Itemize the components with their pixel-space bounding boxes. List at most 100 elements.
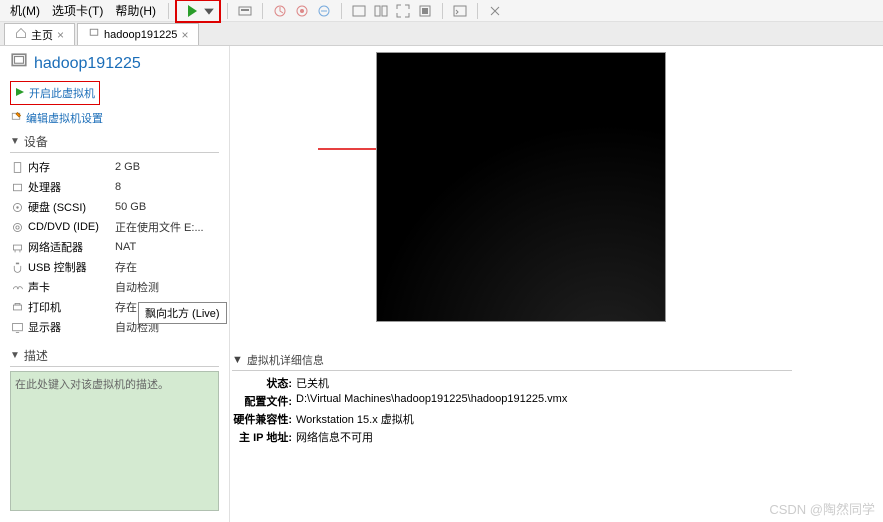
menu-machine[interactable]: 机(M) <box>4 0 46 21</box>
power-on-link[interactable]: 开启此虚拟机 <box>15 84 95 102</box>
separator <box>442 3 443 19</box>
tab-vm[interactable]: hadoop191225 × <box>77 23 199 45</box>
details-value: D:\Virtual Machines\hadoop191225\hadoop1… <box>296 393 567 409</box>
send-keys-icon[interactable] <box>234 1 256 21</box>
tab-bar: 主页 × hadoop191225 × <box>0 22 883 46</box>
device-icon <box>10 320 24 334</box>
device-row[interactable]: 声卡 自动检测 <box>10 277 219 297</box>
device-value: 自动检测 <box>115 279 159 295</box>
device-icon <box>10 180 24 194</box>
menu-help[interactable]: 帮助(H) <box>109 0 162 21</box>
close-icon[interactable]: × <box>181 28 188 42</box>
edit-settings-link[interactable]: 编辑虚拟机设置 <box>10 109 219 127</box>
tab-home[interactable]: 主页 × <box>4 23 75 45</box>
separator <box>227 3 228 19</box>
devices-heading[interactable]: ▼ 设备 <box>10 133 219 153</box>
separator <box>262 3 263 19</box>
details-row: 主 IP 地址:网络信息不可用 <box>232 428 792 446</box>
device-value: 正在使用文件 E:... <box>115 219 204 235</box>
device-row[interactable]: CD/DVD (IDE) 正在使用文件 E:... <box>10 217 219 237</box>
device-icon <box>10 220 24 234</box>
power-on-button-highlight <box>175 0 221 23</box>
console-icon[interactable] <box>449 1 471 21</box>
device-label-text: CD/DVD (IDE) <box>28 221 99 233</box>
vm-title-icon <box>10 52 28 75</box>
device-label-text: 显示器 <box>28 319 61 335</box>
view-multi-icon[interactable] <box>370 1 392 21</box>
description-box[interactable]: 在此处键入对该虚拟机的描述。 <box>10 371 219 511</box>
tab-vm-label: hadoop191225 <box>104 29 177 41</box>
device-row[interactable]: 处理器 8 <box>10 177 219 197</box>
snapshot-revert-icon[interactable] <box>313 1 335 21</box>
separator <box>477 3 478 19</box>
collapse-icon: ▼ <box>10 136 20 147</box>
details-label: 配置文件: <box>232 393 292 409</box>
watermark: CSDN @陶然同学 <box>769 499 875 518</box>
tab-home-label: 主页 <box>31 27 53 43</box>
details-value: 已关机 <box>296 375 329 391</box>
view-single-icon[interactable] <box>348 1 370 21</box>
collapse-icon: ▼ <box>232 354 243 366</box>
power-dropdown[interactable] <box>203 1 215 21</box>
device-row[interactable]: 网络适配器 NAT <box>10 237 219 257</box>
device-row[interactable]: USB 控制器 存在 <box>10 257 219 277</box>
close-icon[interactable]: × <box>57 28 64 42</box>
home-icon <box>15 27 27 42</box>
left-pane: hadoop191225 开启此虚拟机 编辑虚拟机设置 ▼ 设备 内存2 GB处… <box>0 46 230 522</box>
details-value: Workstation 15.x 虚拟机 <box>296 411 414 427</box>
devices-heading-text: 设备 <box>24 133 48 150</box>
vm-title: hadoop191225 <box>10 52 219 75</box>
device-value: 存在 <box>115 259 137 275</box>
separator <box>341 3 342 19</box>
details-row: 硬件兼容性:Workstation 15.x 虚拟机 <box>232 410 792 428</box>
device-icon <box>10 200 24 214</box>
details-label: 主 IP 地址: <box>232 429 292 445</box>
edit-icon <box>10 111 22 126</box>
vm-screen-preview[interactable] <box>376 52 666 322</box>
description-placeholder: 在此处键入对该虚拟机的描述。 <box>15 379 169 391</box>
vm-icon <box>88 27 100 42</box>
menu-tabs[interactable]: 选项卡(T) <box>46 0 109 21</box>
play-icon <box>15 87 25 100</box>
right-pane: 开启虚拟机 ▼ 虚拟机详细信息 状态:已关机配置文件:D:\Virtual Ma… <box>230 46 883 522</box>
power-on-label: 开启此虚拟机 <box>29 85 95 101</box>
details-row: 状态:已关机 <box>232 374 792 392</box>
stretch-icon[interactable] <box>484 1 506 21</box>
device-label-text: 打印机 <box>28 299 61 315</box>
details-label: 状态: <box>232 375 292 391</box>
desc-heading-text: 描述 <box>24 347 48 364</box>
device-value: NAT <box>115 241 136 253</box>
device-row[interactable]: 硬盘 (SCSI) 50 GB <box>10 197 219 217</box>
power-on-button[interactable] <box>181 1 203 21</box>
vm-title-text: hadoop191225 <box>34 55 141 73</box>
device-label-text: 声卡 <box>28 279 50 295</box>
device-icon <box>10 300 24 314</box>
details-row: 配置文件:D:\Virtual Machines\hadoop191225\ha… <box>232 392 792 410</box>
device-value: 50 GB <box>115 201 146 213</box>
device-label-text: 处理器 <box>28 179 61 195</box>
device-label-text: 网络适配器 <box>28 239 83 255</box>
power-on-link-highlight: 开启此虚拟机 <box>10 81 100 105</box>
content-area: hadoop191225 开启此虚拟机 编辑虚拟机设置 ▼ 设备 内存2 GB处… <box>0 46 883 522</box>
details-label: 硬件兼容性: <box>232 411 292 427</box>
device-row[interactable]: 内存2 GB <box>10 157 219 177</box>
details-value: 网络信息不可用 <box>296 429 373 445</box>
desc-heading[interactable]: ▼ 描述 <box>10 347 219 367</box>
fullscreen-icon[interactable] <box>392 1 414 21</box>
snapshot-manage-icon[interactable] <box>291 1 313 21</box>
device-icon <box>10 240 24 254</box>
device-value: 2 GB <box>115 161 140 173</box>
device-label-text: USB 控制器 <box>28 259 87 275</box>
unity-icon[interactable] <box>414 1 436 21</box>
device-value: 8 <box>115 181 121 193</box>
device-value: 存在 <box>115 299 137 315</box>
device-icon <box>10 160 24 174</box>
device-icon <box>10 260 24 274</box>
vm-details: ▼ 虚拟机详细信息 状态:已关机配置文件:D:\Virtual Machines… <box>232 352 792 446</box>
device-icon <box>10 280 24 294</box>
snapshot-icon[interactable] <box>269 1 291 21</box>
details-heading[interactable]: ▼ 虚拟机详细信息 <box>232 352 792 371</box>
separator <box>168 3 169 19</box>
device-label-text: 硬盘 (SCSI) <box>28 199 86 215</box>
collapse-icon: ▼ <box>10 350 20 361</box>
